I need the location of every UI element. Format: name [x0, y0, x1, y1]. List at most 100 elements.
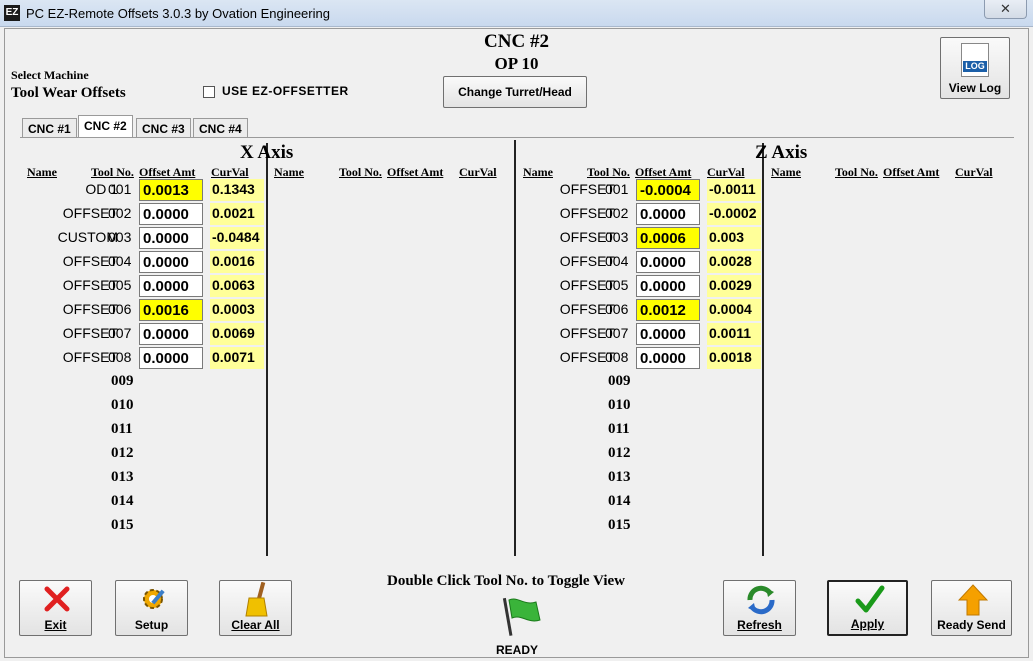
z_axis-row-tool-no[interactable]: 003 [605, 229, 633, 245]
x_axis-row-tool-no[interactable]: 011 [111, 421, 133, 438]
x_axis-row-name: OFFSET [62, 253, 118, 269]
z_axis-row-tool-no[interactable]: 008 [605, 349, 633, 365]
flag-icon [502, 597, 541, 636]
tab-cnc-3[interactable]: CNC #3 [136, 118, 191, 137]
x_axis-offset-input[interactable]: 0.0000 [139, 251, 203, 273]
change-turret-button[interactable]: Change Turret/Head [443, 76, 587, 108]
x_axis-row-tool-no[interactable]: 005 [108, 277, 136, 293]
z_axis-row-tool-no[interactable]: 013 [608, 469, 631, 486]
z_axis-offset-input[interactable]: 0.0000 [636, 203, 700, 225]
op-title: OP 10 [494, 54, 539, 73]
z2-col-curval: CurVal [955, 165, 993, 179]
toggle-hint: Double Click Tool No. to Toggle View [387, 573, 625, 589]
close-button[interactable]: ✕ [984, 0, 1027, 19]
x_axis-row-tool-no[interactable]: 004 [108, 253, 136, 269]
x2-col-tool: Tool No. [339, 165, 382, 179]
z_axis-row-tool-no[interactable]: 010 [608, 397, 631, 414]
ez-offsetter-checkbox[interactable] [203, 86, 215, 98]
x_axis-offset-input[interactable]: 0.0000 [139, 203, 203, 225]
x_axis-row-name: CUSTOM [57, 229, 118, 245]
tab-cnc-2[interactable]: CNC #2 [78, 115, 133, 138]
z_axis-curval: 0.003 [707, 227, 761, 249]
x_axis-row-tool-no[interactable]: 001 [108, 181, 136, 197]
log-icon-label: LOG [963, 61, 987, 72]
x_axis-row-tool-no[interactable]: 014 [111, 493, 134, 510]
x_axis-row-tool-no[interactable]: 003 [108, 229, 136, 245]
x_axis-row-name: OFFSET [62, 301, 118, 317]
machine-title: CNC #2 [484, 31, 549, 52]
z_axis-row-tool-no[interactable]: 012 [608, 445, 631, 462]
x_axis-row-name: OD 1 [85, 181, 118, 197]
z_axis-row-tool-no[interactable]: 002 [605, 205, 633, 221]
refresh-label: Refresh [737, 618, 782, 632]
z_axis-row-name: OFFSET [559, 205, 615, 221]
x_axis-row-name: OFFSET [62, 205, 118, 221]
x2-col-name: Name [274, 165, 304, 179]
x_axis-row-tool-no[interactable]: 006 [108, 301, 136, 317]
section-title: Tool Wear Offsets [11, 85, 126, 101]
ez-offsetter-label: USE EZ-OFFSETTER [222, 84, 349, 98]
z-col-name: Name [523, 165, 553, 179]
z_axis-curval: 0.0004 [707, 299, 761, 321]
z_axis-row-tool-no[interactable]: 005 [605, 277, 633, 293]
z_axis-row-tool-no[interactable]: 007 [605, 325, 633, 341]
x_axis-curval: -0.0484 [210, 227, 264, 249]
view-log-label: View Log [948, 81, 1002, 95]
setup-label: Setup [134, 618, 169, 632]
x_axis-row-tool-no[interactable]: 012 [111, 445, 134, 462]
z_axis-row-tool-no[interactable]: 001 [605, 181, 633, 197]
x_axis-offset-input[interactable]: 0.0000 [139, 347, 203, 369]
x2-col-offset: Offset Amt [387, 165, 444, 179]
z_axis-curval: 0.0011 [707, 323, 761, 345]
app-icon: EZ [4, 5, 20, 21]
ready-send-label: Ready Send [937, 618, 1006, 632]
z_axis-row-tool-no[interactable]: 006 [605, 301, 633, 317]
z_axis-offset-input[interactable]: 0.0000 [636, 323, 700, 345]
x-col-curval: CurVal [211, 165, 249, 179]
x2-col-curval: CurVal [459, 165, 497, 179]
z_axis-row-tool-no[interactable]: 009 [608, 373, 631, 390]
view-log-button[interactable]: LOG View Log [940, 37, 1010, 99]
z_axis-row-tool-no[interactable]: 011 [608, 421, 630, 438]
z_axis-curval: 0.0018 [707, 347, 761, 369]
x-col-name: Name [27, 165, 57, 179]
z_axis-offset-input[interactable]: 0.0012 [636, 299, 700, 321]
z_axis-curval: 0.0028 [707, 251, 761, 273]
z_axis-offset-input[interactable]: -0.0004 [636, 179, 700, 201]
z_axis-offset-input[interactable]: 0.0000 [636, 251, 700, 273]
log-file-icon: LOG [961, 43, 989, 77]
z_axis-row-tool-no[interactable]: 015 [608, 517, 631, 534]
z_axis-curval: 0.0029 [707, 275, 761, 297]
x_axis-offset-input[interactable]: 0.0000 [139, 323, 203, 345]
z_axis-row-name: OFFSET [559, 349, 615, 365]
z_axis-row-name: OFFSET [559, 301, 615, 317]
x_axis-row-tool-no[interactable]: 007 [108, 325, 136, 341]
window-title: PC EZ-Remote Offsets 3.0.3 by Ovation En… [26, 6, 330, 21]
x_axis-offset-input[interactable]: 0.0000 [139, 275, 203, 297]
x_axis-row-tool-no[interactable]: 013 [111, 469, 134, 486]
exit-label: Exit [44, 618, 67, 632]
z_axis-row-tool-no[interactable]: 004 [605, 253, 633, 269]
x_axis-offset-input[interactable]: 0.0000 [139, 227, 203, 249]
x-col-tool: Tool No. [91, 165, 134, 179]
x-col-offset: Offset Amt [139, 165, 196, 179]
x_axis-row-tool-no[interactable]: 002 [108, 205, 136, 221]
z_axis-curval: -0.0002 [707, 203, 761, 225]
x_axis-row-name: OFFSET [62, 277, 118, 293]
z_axis-offset-input[interactable]: 0.0000 [636, 347, 700, 369]
z_axis-row-tool-no[interactable]: 014 [608, 493, 631, 510]
x_axis-row-tool-no[interactable]: 015 [111, 517, 134, 534]
x_axis-offset-input[interactable]: 0.0016 [139, 299, 203, 321]
tab-cnc-1[interactable]: CNC #1 [22, 118, 77, 137]
z_axis-offset-input[interactable]: 0.0000 [636, 275, 700, 297]
x_axis-offset-input[interactable]: 0.0013 [139, 179, 203, 201]
x_axis-row-tool-no[interactable]: 010 [111, 397, 134, 414]
tab-cnc-4[interactable]: CNC #4 [193, 118, 248, 137]
apply-label: Apply [850, 617, 885, 631]
x_axis-curval: 0.0003 [210, 299, 264, 321]
x_axis-row-tool-no[interactable]: 009 [111, 373, 134, 390]
x_axis-row-tool-no[interactable]: 008 [108, 349, 136, 365]
x_axis-curval: 0.1343 [210, 179, 264, 201]
z-col-tool: Tool No. [587, 165, 630, 179]
z_axis-offset-input[interactable]: 0.0006 [636, 227, 700, 249]
